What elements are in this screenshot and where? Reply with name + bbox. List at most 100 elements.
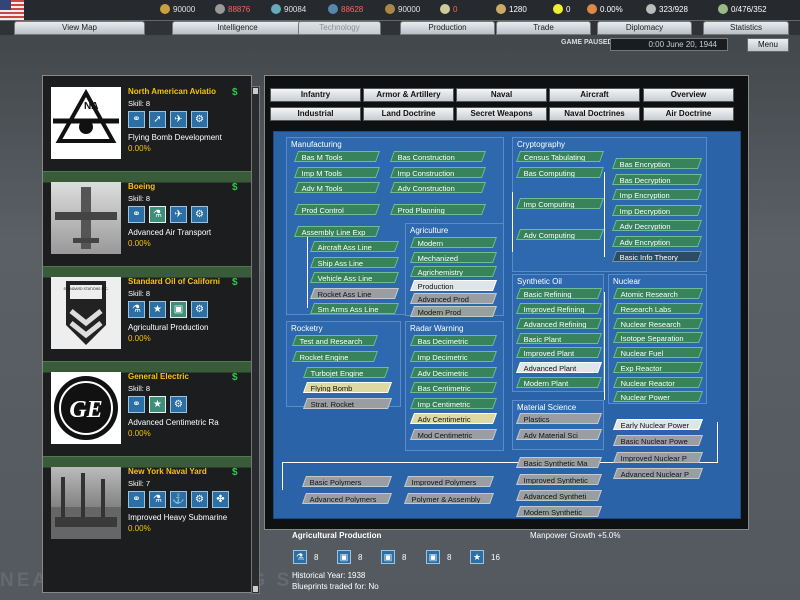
tab-production[interactable]: Production <box>400 21 495 35</box>
tech-imp-construction[interactable]: Imp Construction <box>389 167 487 178</box>
tech-advanced-synthetic[interactable]: Advanced Syntheti <box>515 490 603 501</box>
tech-flying-bomb[interactable]: Flying Bomb <box>302 382 393 393</box>
tab-trade[interactable]: Trade <box>496 21 591 35</box>
category-tab-aircraft[interactable]: Aircraft <box>549 88 640 102</box>
tech-production[interactable]: Production <box>409 280 498 291</box>
tech-sm-arms-ass-line[interactable]: Sm Arms Ass Line <box>309 303 400 314</box>
tech-adv-material-sci[interactable]: Adv Material Sci <box>515 429 603 440</box>
tech-imp-encryption[interactable]: Imp Encryption <box>611 189 703 200</box>
tech-basic-refining[interactable]: Basic Refining <box>515 288 603 299</box>
tech-early-nuclear-power[interactable]: Early Nuclear Power <box>612 419 704 430</box>
tech-imp-decryption[interactable]: Imp Decryption <box>611 205 703 216</box>
category-tab-infantry[interactable]: Infantry <box>270 88 361 102</box>
tech-research-labs[interactable]: Research Labs <box>612 303 704 314</box>
category-tab-air-doctrine[interactable]: Air Doctrine <box>643 107 734 121</box>
tech-adv-m-tools[interactable]: Adv M Tools <box>293 182 381 193</box>
tech-advanced-plant[interactable]: Advanced Plant <box>515 362 603 373</box>
team-card-boeing[interactable]: Boeing $ Skill: 8 ⚭ ⚗ ✈ ⚙ Advanced Air T… <box>49 180 247 268</box>
tech-basic-nuclear-power[interactable]: Basic Nuclear Powe <box>612 435 704 446</box>
category-tab-land-doctrine[interactable]: Land Doctrine <box>363 107 454 121</box>
category-tab-industrial[interactable]: Industrial <box>270 107 361 121</box>
tech-modern-plant[interactable]: Modern Plant <box>515 377 603 388</box>
team-card-general-electric[interactable]: GE General Electric $ Skill: 8 ⚭ ★ ⚙ Adv… <box>49 370 247 458</box>
tech-basic-plant[interactable]: Basic Plant <box>515 333 603 344</box>
tab-technology[interactable]: Technology <box>298 21 381 35</box>
team-current-project: Advanced Air Transport <box>128 228 212 237</box>
tech-bas-centimetric[interactable]: Bas Centimetric <box>409 382 498 393</box>
tech-nuclear-power[interactable]: Nuclear Power <box>612 391 704 402</box>
tech-adv-centimetric[interactable]: Adv Centimetric <box>409 413 498 424</box>
tech-plastics[interactable]: Plastics <box>515 413 603 424</box>
tech-imp-centimetric[interactable]: Imp Centimetric <box>409 398 498 409</box>
tech-improved-synthetic[interactable]: Improved Synthetic <box>515 474 603 485</box>
tech-isotope-separation[interactable]: Isotope Separation <box>612 332 704 343</box>
team-card-new-york-naval-yard[interactable]: New York Naval Yard $ Skill: 7 ⚭ ⚗ ⚓ ⚙ ✤… <box>49 465 247 553</box>
country-flag[interactable] <box>0 0 24 20</box>
tech-imp-m-tools[interactable]: Imp M Tools <box>293 167 381 178</box>
tech-census-tabulating[interactable]: Census Tabulating <box>515 151 605 162</box>
tech-adv-computing[interactable]: Adv Computing <box>515 229 605 240</box>
tech-imp-computing[interactable]: Imp Computing <box>515 198 605 209</box>
tech-agrichemistry[interactable]: Agrichemistry <box>409 266 498 277</box>
tech-improved-nuclear-power[interactable]: Improved Nuclear P <box>612 452 704 463</box>
tech-imp-decimetric[interactable]: Imp Decimetric <box>409 351 498 362</box>
tech-improved-plant[interactable]: Improved Plant <box>515 347 603 358</box>
tech-modern[interactable]: Modern <box>409 237 498 248</box>
teams-scrollbar[interactable] <box>251 86 260 594</box>
tech-advanced-prod[interactable]: Advanced Prod <box>409 293 498 304</box>
tech-prod-planning[interactable]: Prod Planning <box>389 204 487 215</box>
team-card-standard-oil[interactable]: STANDARD STATIONS INC. Standard Oil of C… <box>49 275 247 363</box>
tech-vehicle-ass-line[interactable]: Vehicle Ass Line <box>309 272 400 283</box>
category-tab-overview[interactable]: Overview <box>643 88 734 102</box>
category-tab-naval-doctrines[interactable]: Naval Doctrines <box>549 107 640 121</box>
tech-mod-centimetric[interactable]: Mod Centimetric <box>409 429 498 440</box>
tech-advanced-nuclear-power[interactable]: Advanced Nuclear P <box>612 468 704 479</box>
category-tab-armor-artillery[interactable]: Armor & Artillery <box>363 88 454 102</box>
tech-test-and-research[interactable]: Test and Research <box>291 335 379 346</box>
scroll-up-arrow[interactable] <box>253 88 258 94</box>
tech-aircraft-ass-line[interactable]: Aircraft Ass Line <box>309 241 400 252</box>
tech-improved-polymers[interactable]: Improved Polymers <box>403 476 495 487</box>
tech-adv-decryption[interactable]: Adv Decryption <box>611 220 703 231</box>
tech-bas-encryption[interactable]: Bas Encryption <box>611 158 703 169</box>
tech-prod-control[interactable]: Prod Control <box>293 204 381 215</box>
tab-view-map[interactable]: View Map <box>14 21 145 35</box>
tab-intelligence[interactable]: Intelligence <box>172 21 303 35</box>
tech-bas-decryption[interactable]: Bas Decryption <box>611 174 703 185</box>
tech-modern-synthetic[interactable]: Modern Synthetic <box>515 506 603 517</box>
tech-nuclear-fuel[interactable]: Nuclear Fuel <box>612 347 704 358</box>
tech-bas-construction[interactable]: Bas Construction <box>389 151 487 162</box>
tech-mechanized[interactable]: Mechanized <box>409 252 498 263</box>
tech-bas-m-tools[interactable]: Bas M Tools <box>293 151 381 162</box>
tech-strat-rocket[interactable]: Strat. Rocket <box>302 398 393 409</box>
tech-advanced-polymers[interactable]: Advanced Polymers <box>301 493 393 504</box>
tech-ship-ass-line[interactable]: Ship Ass Line <box>309 257 400 268</box>
tech-improved-refining[interactable]: Improved Refining <box>515 303 603 314</box>
tech-bas-decimetric[interactable]: Bas Decimetric <box>409 335 498 346</box>
tech-polymer-assembly[interactable]: Polymer & Assembly <box>403 493 495 504</box>
tech-exp-reactor[interactable]: Exp Reactor <box>612 362 704 373</box>
tech-basic-polymers[interactable]: Basic Polymers <box>301 476 393 487</box>
tech-turbojet-engine[interactable]: Turbojet Engine <box>302 367 390 378</box>
tech-bas-computing[interactable]: Bas Computing <box>515 167 605 178</box>
menu-button[interactable]: Menu <box>747 38 789 52</box>
tab-diplomacy[interactable]: Diplomacy <box>597 21 692 35</box>
tech-adv-construction[interactable]: Adv Construction <box>389 182 487 193</box>
tech-nuclear-research[interactable]: Nuclear Research <box>612 318 704 329</box>
tech-assembly-line-exp[interactable]: Assembly Line Exp <box>293 226 381 237</box>
category-tab-naval[interactable]: Naval <box>456 88 547 102</box>
tech-nuclear-reactor[interactable]: Nuclear Reactor <box>612 377 704 388</box>
tech-rocket-engine[interactable]: Rocket Engine <box>291 351 379 362</box>
team-card-north-american[interactable]: NA North American Aviatio $ Skill: 8 ⚭ ➚… <box>49 85 247 173</box>
tech-basic-info-theory[interactable]: Basic Info Theory <box>611 251 703 262</box>
scroll-down-arrow[interactable] <box>253 586 258 592</box>
tech-rocket-ass-line[interactable]: Rocket Ass Line <box>309 288 400 299</box>
category-tab-secret-weapons[interactable]: Secret Weapons <box>456 107 547 121</box>
tab-statistics[interactable]: Statistics <box>703 21 789 35</box>
tech-advanced-refining[interactable]: Advanced Refining <box>515 318 603 329</box>
tech-adv-encryption[interactable]: Adv Encryption <box>611 236 703 247</box>
tech-basic-synthetic-materials[interactable]: Basic Synthetic Ma <box>515 457 603 468</box>
tech-atomic-research[interactable]: Atomic Research <box>612 288 704 299</box>
tech-modern-prod[interactable]: Modern Prod <box>409 306 498 317</box>
tech-adv-decimetric[interactable]: Adv Decimetric <box>409 367 498 378</box>
